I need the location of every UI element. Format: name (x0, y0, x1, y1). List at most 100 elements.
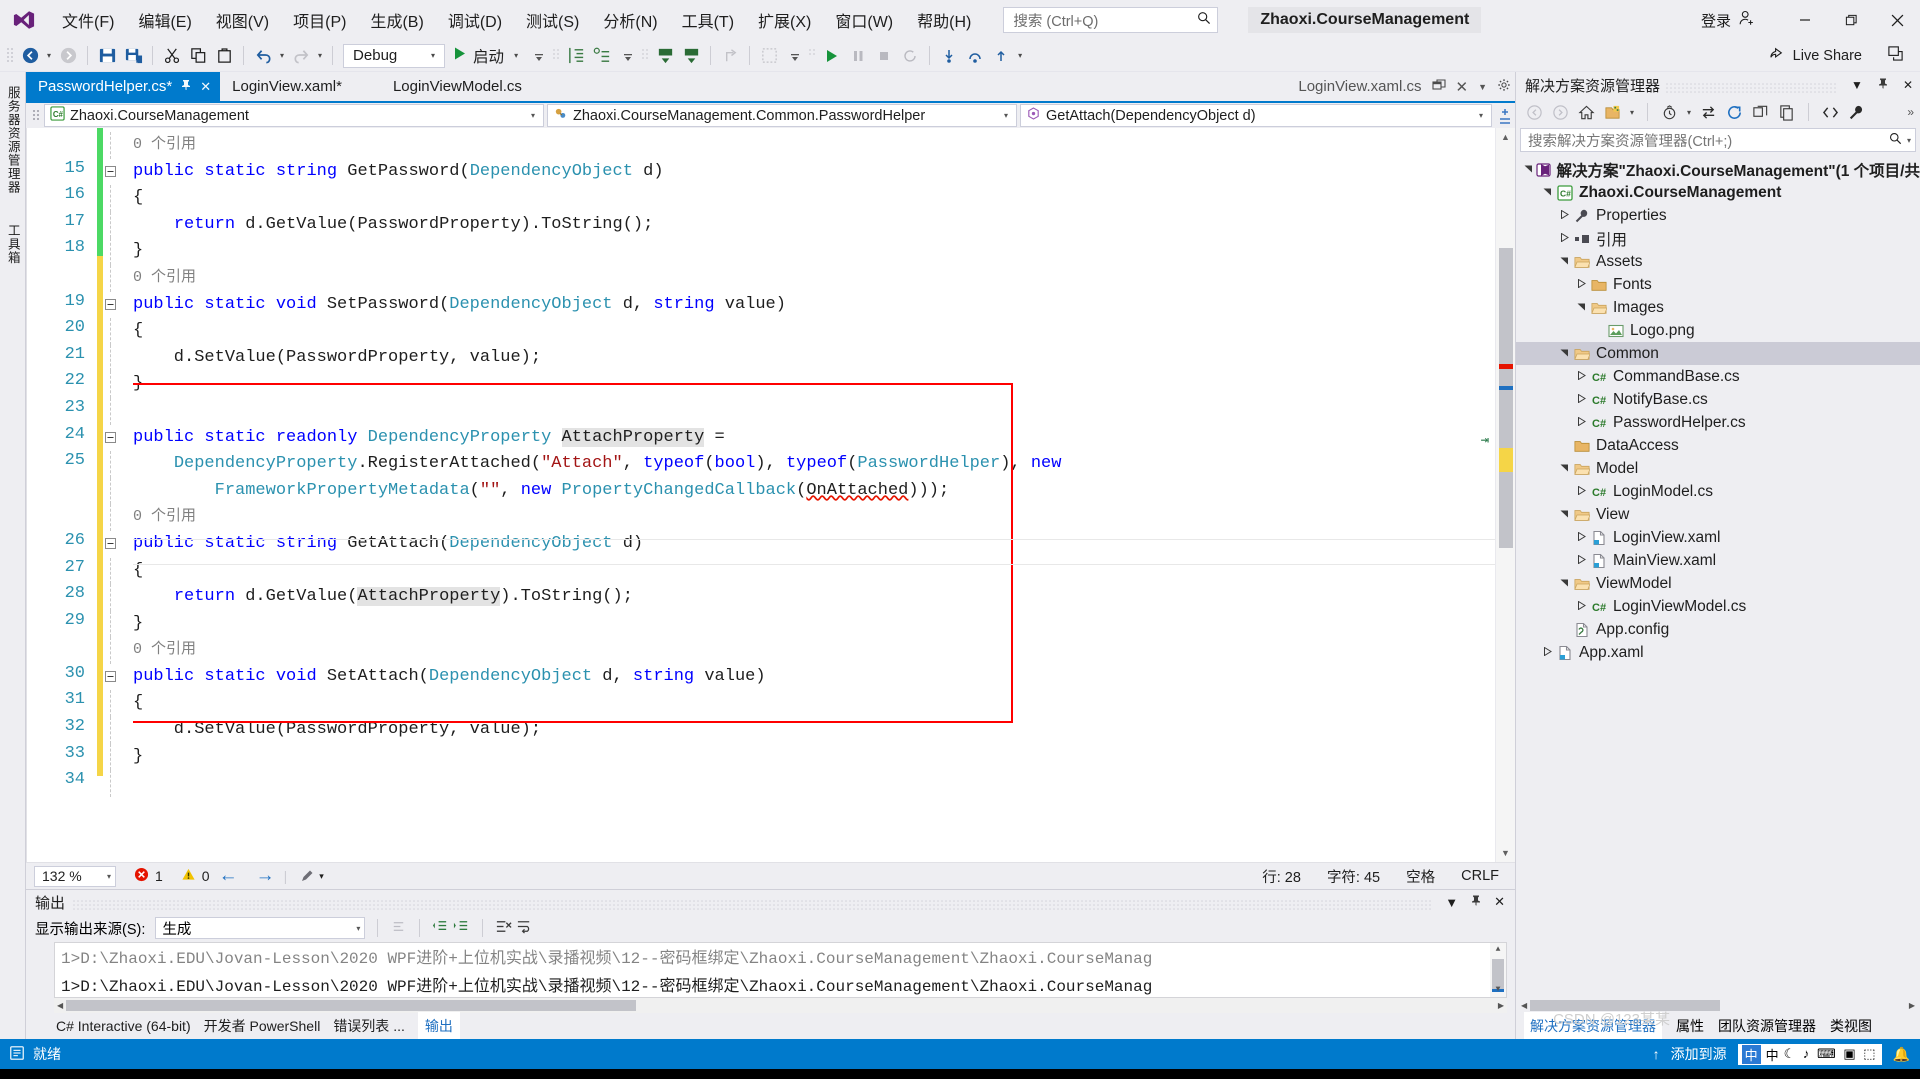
code-line[interactable]: { (133, 318, 1495, 345)
chevron-down-icon[interactable] (1556, 578, 1572, 589)
chevron-right-icon[interactable] (1573, 278, 1589, 290)
chevron-right-icon[interactable] (1539, 646, 1555, 658)
code-editor[interactable]: 15 16 17 18 19 20 21 22 23 24 25 26 27 28 29 30 31 32 33 34… (26, 128, 1515, 862)
pin-icon[interactable] (1464, 894, 1488, 910)
chevron-right-icon[interactable] (1573, 554, 1589, 566)
chevron-right-icon[interactable] (1556, 209, 1572, 221)
code-line[interactable]: DependencyProperty.RegisterAttached("Att… (133, 451, 1495, 478)
outline-spacer[interactable] (105, 185, 133, 212)
navbar-member-combo[interactable]: GetAttach(DependencyObject d) ▾ (1020, 104, 1492, 127)
show-all-files-button[interactable] (1774, 100, 1799, 124)
codelens-reference[interactable]: 0 个引用 (133, 504, 1495, 531)
tree-item[interactable]: Logo.png (1516, 319, 1920, 342)
sync-with-active-document-button[interactable] (1696, 100, 1721, 124)
outline-spacer[interactable] (105, 318, 133, 345)
tree-item[interactable]: C# CommandBase.cs (1516, 365, 1920, 388)
chevron-down-icon[interactable] (1556, 256, 1572, 267)
solution-configuration-combo[interactable]: Debug ▾ (343, 43, 446, 68)
tab-developer-powershell[interactable]: 开发者 PowerShell (204, 1016, 321, 1036)
navigate-backward-button[interactable] (17, 43, 43, 69)
toolbar-grip-icon[interactable] (808, 47, 816, 65)
switch-views-dropdown-icon[interactable]: ▾ (1626, 108, 1638, 117)
ime-indicator[interactable]: 中 中 ☾ ♪ ⌨ ▣ ⬚ (1737, 1043, 1882, 1065)
filter-dropdown-icon[interactable]: ▾ (1683, 108, 1695, 117)
step-over-button[interactable] (589, 43, 615, 69)
toolbar-overflow-1[interactable] (526, 43, 552, 69)
tree-item[interactable]: 解决方案"Zhaoxi.CourseManagement"(1 个项目/共 (1516, 158, 1920, 181)
step-into-debug-button[interactable] (936, 43, 962, 69)
outline-spacer[interactable] (105, 211, 133, 239)
tree-item[interactable]: App.xaml (1516, 641, 1920, 664)
outline-spacer[interactable] (105, 584, 133, 611)
tree-item[interactable]: LoginView.xaml (1516, 526, 1920, 549)
code-text-area[interactable]: 0 个引用 public static string GetPassword(De… (133, 128, 1495, 862)
code-line[interactable]: public static readonly DependencyPropert… (133, 425, 1495, 452)
code-line[interactable]: } (133, 371, 1495, 398)
zoom-level-combo[interactable]: 132 % ▾ (34, 865, 116, 887)
notifications-icon[interactable]: 🔔 (1893, 1046, 1910, 1063)
outline-spacer[interactable] (105, 690, 133, 718)
ink-annotation-button[interactable]: ▾ (287, 868, 324, 884)
code-line[interactable]: public static string GetPassword(Depende… (133, 159, 1495, 186)
solution-tree[interactable]: 解决方案"Zhaoxi.CourseManagement"(1 个项目/共 C# Z… (1516, 155, 1920, 998)
scroll-down-arrow[interactable]: ▼ (1496, 844, 1515, 862)
add-to-source-control-label[interactable]: 添加到源 (1671, 1044, 1727, 1064)
toolbar-grip-icon[interactable] (641, 47, 649, 65)
outline-spacer[interactable] (105, 397, 133, 425)
next-issue-arrow-icon[interactable]: → (247, 865, 284, 887)
outline-spacer[interactable] (105, 557, 133, 585)
close-document-icon[interactable]: ✕ (1456, 78, 1469, 96)
go-to-next-message-button[interactable] (453, 918, 470, 939)
pin-icon[interactable] (1870, 77, 1896, 93)
outline-spacer[interactable] (105, 770, 133, 797)
code-line[interactable]: public static void SetPassword(Dependenc… (133, 292, 1495, 319)
menu-project[interactable]: 项目(P) (281, 3, 358, 37)
fold-toggle-icon[interactable] (105, 531, 133, 558)
drag-dots[interactable] (1666, 80, 1839, 93)
codelens-reference[interactable]: 0 个引用 (133, 637, 1495, 664)
warning-count-group[interactable]: 0 (181, 867, 210, 885)
tree-item[interactable]: Model (1516, 457, 1920, 480)
fold-toggle-icon[interactable] (105, 292, 133, 319)
chevron-down-icon[interactable] (1573, 302, 1589, 313)
previous-issue-arrow-icon[interactable]: ← (210, 865, 247, 887)
tree-item[interactable]: 引用 (1516, 227, 1920, 250)
split-view-button[interactable] (1495, 104, 1515, 127)
live-share-button[interactable]: Live Share (1769, 45, 1862, 66)
close-icon[interactable]: ✕ (200, 79, 211, 95)
toolbox-tab[interactable]: 工具箱 (6, 224, 20, 265)
tree-item[interactable]: Fonts (1516, 273, 1920, 296)
tree-item[interactable]: App.config (1516, 618, 1920, 641)
navigate-backward-dropdown[interactable]: ▾ (43, 51, 55, 60)
step-into-button[interactable] (563, 43, 589, 69)
code-line[interactable]: d.SetValue(PasswordProperty, value); (133, 345, 1495, 372)
tab-list-dropdown-icon[interactable]: ▼ (1478, 82, 1487, 92)
search-options-dropdown-icon[interactable]: ▾ (1902, 136, 1911, 145)
tree-item[interactable]: C# LoginModel.cs (1516, 480, 1920, 503)
toolbar-overflow-2[interactable] (615, 43, 641, 69)
tab-output[interactable]: 输出 (417, 1012, 460, 1040)
run-tests-button[interactable] (819, 43, 845, 69)
chevron-down-icon[interactable]: ▼ (1439, 895, 1464, 910)
redo-dropdown[interactable]: ▾ (314, 51, 326, 60)
close-button[interactable] (1874, 0, 1920, 40)
code-line[interactable]: { (133, 185, 1495, 212)
solution-explorer-search[interactable]: 搜索解决方案资源管理器(Ctrl+;) ▾ (1520, 128, 1916, 152)
code-line[interactable] (133, 398, 1495, 425)
add-to-source-control-icon[interactable]: ↑ (1653, 1046, 1660, 1062)
scrollbar-thumb[interactable] (1499, 248, 1513, 548)
output-vertical-scrollbar[interactable]: ▲ ▼ (1490, 943, 1506, 997)
tab-properties[interactable]: 属性 (1676, 1016, 1704, 1036)
toolbar-options-button[interactable] (1887, 45, 1904, 67)
tree-item[interactable]: Assets (1516, 250, 1920, 273)
menu-edit[interactable]: 编辑(E) (126, 3, 203, 37)
menu-build[interactable]: 生成(B) (358, 3, 435, 37)
outline-spacer[interactable] (105, 264, 133, 292)
close-icon[interactable]: ✕ (1896, 78, 1920, 92)
chevron-down-icon[interactable] (1556, 509, 1572, 520)
menu-analyze[interactable]: 分析(N) (591, 3, 669, 37)
code-line[interactable]: FrameworkPropertyMetadata("", new Proper… (133, 478, 1495, 505)
outline-spacer[interactable] (105, 344, 133, 372)
paste-button[interactable] (211, 43, 237, 69)
menu-view[interactable]: 视图(V) (204, 3, 281, 37)
